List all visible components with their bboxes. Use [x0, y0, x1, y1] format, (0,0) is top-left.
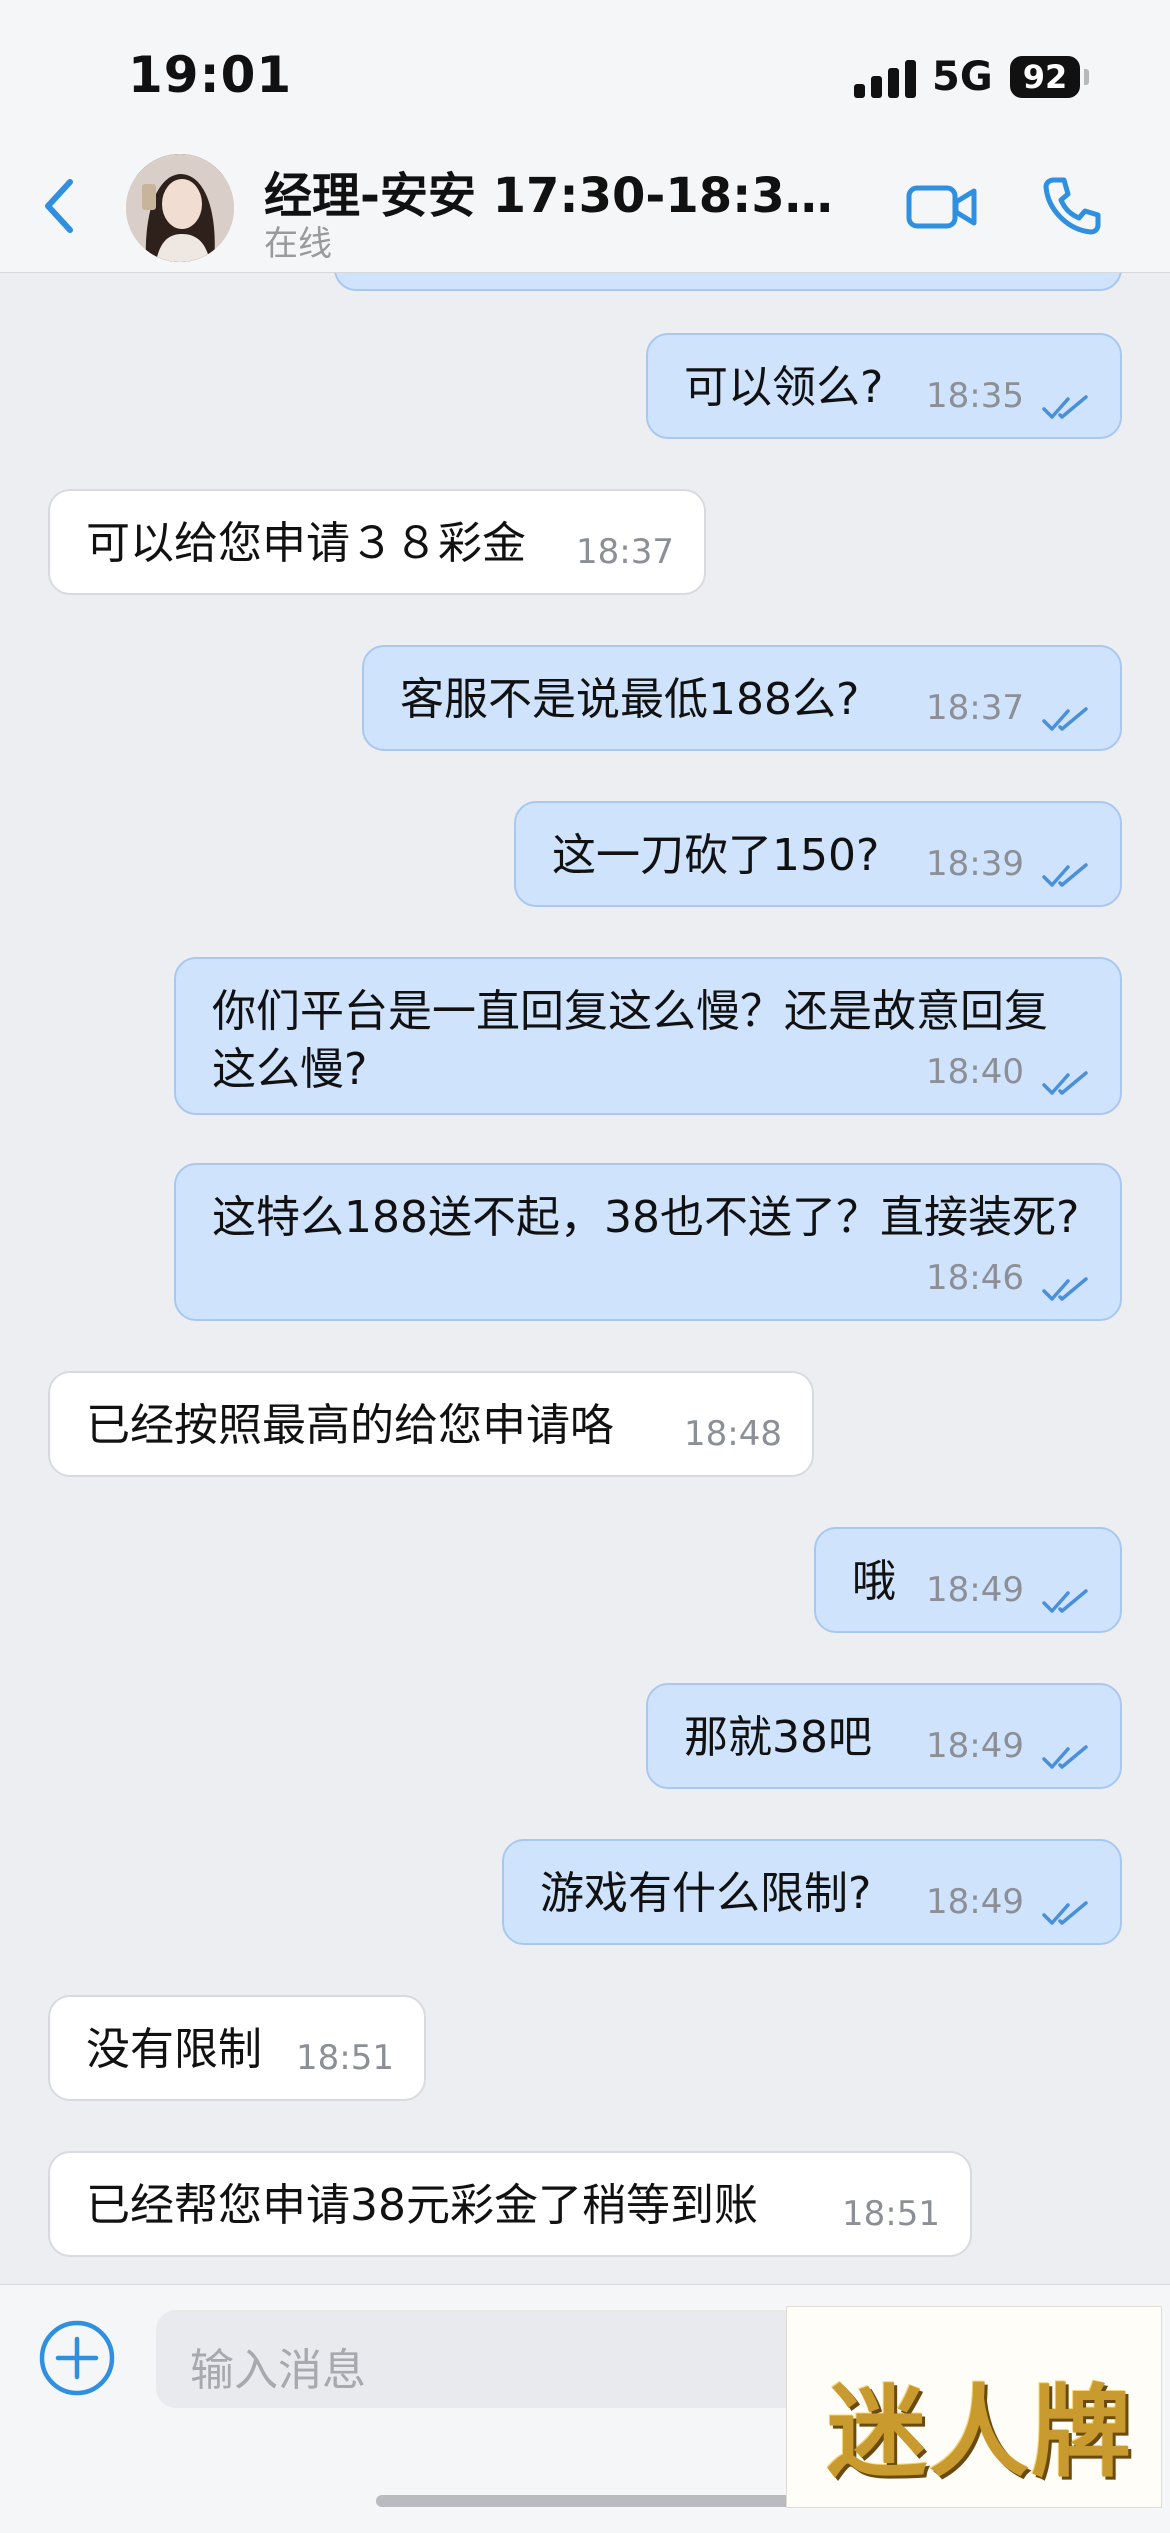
- video-call-icon[interactable]: [906, 178, 978, 234]
- status-time: 19:01: [128, 46, 293, 104]
- message-bubble-outgoing[interactable]: 游戏有什么限制? 18:49: [502, 1839, 1122, 1945]
- message-bubble-partial: [334, 273, 1122, 291]
- message-bubble-outgoing[interactable]: 哦 18:49: [814, 1527, 1122, 1633]
- message-time: 18:46: [926, 1258, 1024, 1298]
- message-bubble-outgoing[interactable]: 客服不是说最低188么? 18:37: [362, 645, 1122, 751]
- message-time: 18:49: [926, 1726, 1024, 1766]
- message-text: 没有限制: [86, 2024, 262, 2075]
- avatar-image: [126, 154, 234, 262]
- message-bubble-outgoing[interactable]: 这特么188送不起，38也不送了？直接装死? 18:46: [174, 1163, 1122, 1321]
- message-time: 18:37: [576, 532, 674, 572]
- battery-icon: 92: [1010, 56, 1080, 98]
- message-time: 18:49: [926, 1882, 1024, 1922]
- contact-name[interactable]: 经理-安安 17:30-18:30 ...: [264, 156, 864, 226]
- status-bar: 19:01 5G 92: [0, 0, 1170, 140]
- read-ticks-icon: [1042, 395, 1088, 419]
- message-bubble-outgoing[interactable]: 可以领么? 18:35: [646, 333, 1122, 439]
- message-bubble-outgoing[interactable]: 你们平台是一直回复这么慢？还是故意回复这么慢? 18:40: [174, 957, 1122, 1115]
- read-ticks-icon: [1042, 1901, 1088, 1925]
- signal-icon: [854, 60, 916, 98]
- back-chevron-icon[interactable]: [40, 176, 80, 236]
- message-text: 可以领么?: [684, 362, 884, 413]
- message-text: 那就38吧: [684, 1712, 872, 1763]
- message-time: 18:51: [842, 2194, 940, 2234]
- message-time: 18:48: [684, 1414, 782, 1454]
- read-ticks-icon: [1042, 1745, 1088, 1769]
- watermark-logo: 迷人牌: [786, 2306, 1162, 2508]
- message-time: 18:40: [926, 1052, 1024, 1092]
- message-time: 18:51: [296, 2038, 394, 2078]
- message-bubble-outgoing[interactable]: 那就38吧 18:49: [646, 1683, 1122, 1789]
- message-bubble-outgoing[interactable]: 这一刀砍了150? 18:39: [514, 801, 1122, 907]
- battery-tip: [1084, 69, 1089, 85]
- message-time: 18:37: [926, 688, 1024, 728]
- message-bubble-incoming[interactable]: 已经帮您申请38元彩金了稍等到账 18:51: [48, 2151, 972, 2257]
- message-text: 游戏有什么限制?: [540, 1868, 872, 1919]
- message-bubble-incoming[interactable]: 可以给您申请３８彩金 18:37: [48, 489, 706, 595]
- message-time: 18:35: [926, 376, 1024, 416]
- message-text: 已经帮您申请38元彩金了稍等到账: [86, 2180, 758, 2231]
- read-ticks-icon: [1042, 707, 1088, 731]
- message-text: 哦: [852, 1556, 896, 1607]
- read-ticks-icon: [1042, 863, 1088, 887]
- read-ticks-icon: [1042, 1589, 1088, 1613]
- message-text: 已经按照最高的给您申请咯: [86, 1400, 614, 1451]
- contact-status: 在线: [264, 224, 332, 264]
- message-text: 这特么188送不起，38也不送了？直接装死?: [212, 1192, 1080, 1243]
- avatar[interactable]: [126, 154, 234, 262]
- message-time: 18:39: [926, 844, 1024, 884]
- chat-header: 经理-安安 17:30-18:30 ... 在线: [0, 140, 1170, 273]
- watermark-text: 迷人牌: [827, 2374, 1133, 2491]
- message-list[interactable]: 可以领么? 18:35 可以给您申请３８彩金 18:37 客服不是说最低188么…: [0, 273, 1170, 2283]
- message-bubble-incoming[interactable]: 没有限制 18:51: [48, 1995, 426, 2101]
- plus-circle-icon[interactable]: [38, 2319, 116, 2397]
- message-time: 18:49: [926, 1570, 1024, 1610]
- read-ticks-icon: [1042, 1277, 1088, 1301]
- message-text: 这一刀砍了150?: [552, 830, 880, 881]
- message-text: 客服不是说最低188么?: [400, 674, 860, 725]
- network-label: 5G: [932, 54, 993, 100]
- home-indicator[interactable]: [376, 2495, 796, 2507]
- read-ticks-icon: [1042, 1071, 1088, 1095]
- phone-icon[interactable]: [1040, 174, 1104, 238]
- message-bubble-incoming[interactable]: 已经按照最高的给您申请咯 18:48: [48, 1371, 814, 1477]
- message-text: 可以给您申请３８彩金: [86, 518, 526, 569]
- message-input-placeholder: 输入消息: [190, 2345, 366, 2396]
